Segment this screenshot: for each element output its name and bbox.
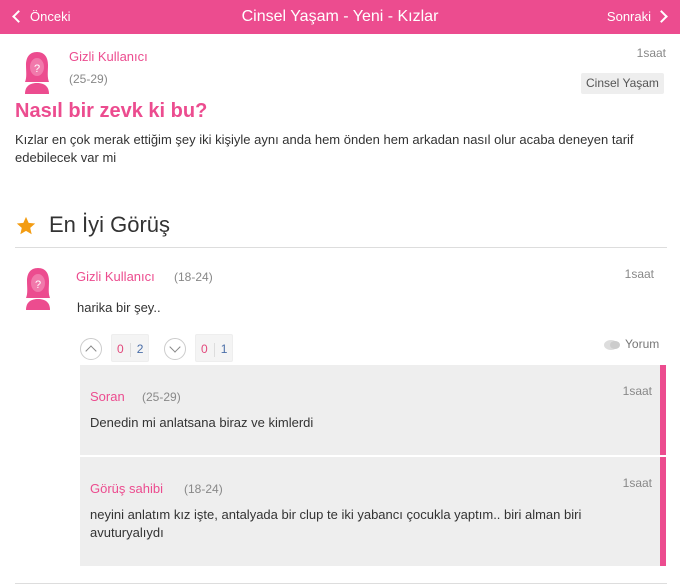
upvote-button[interactable] (80, 338, 102, 360)
downvote-counts: 01 (195, 334, 234, 362)
prev-button[interactable]: Önceki (12, 0, 71, 34)
downvote-pos-count: 1 (220, 342, 228, 356)
question-author[interactable]: Gizli Kullanıcı (69, 49, 148, 64)
category-badge[interactable]: Cinsel Yaşam (581, 73, 664, 94)
top-nav-bar: Önceki Cinsel Yaşam - Yeni - Kızlar Sonr… (0, 0, 680, 34)
reply-author-age: (25-29) (142, 390, 181, 404)
answer-author[interactable]: Gizli Kullanıcı (76, 269, 155, 284)
next-label: Sonraki (606, 9, 651, 24)
answer-time: 1saat (624, 267, 654, 281)
comment-bubble-icon (604, 339, 620, 350)
reply-text: neyini anlatım kız işte, antalyada bir c… (90, 507, 582, 540)
downvote-button[interactable] (164, 338, 186, 360)
reply-author-age: (18-24) (184, 482, 223, 496)
prev-label: Önceki (30, 9, 71, 24)
page-title: Cinsel Yaşam - Yeni - Kızlar (241, 8, 439, 25)
reply-item: Soran (25-29) 1saat Denedin mi anlatsana… (80, 365, 666, 455)
female-avatar-icon[interactable]: ? (22, 50, 52, 94)
answer-author-age: (18-24) (174, 270, 213, 284)
reply-item: Görüş sahibi (18-24) 1saat neyini anlatı… (80, 457, 666, 566)
comment-label: Yorum (625, 337, 660, 351)
reply-time: 1saat (622, 384, 652, 398)
upvote-counts: 02 (111, 334, 150, 362)
svg-text:?: ? (34, 63, 40, 75)
answer-text: harika bir şey.. (77, 300, 161, 315)
best-answer-header: En İyi Görüş (15, 210, 667, 248)
comment-button[interactable]: Yorum (603, 337, 659, 351)
star-icon (16, 216, 36, 235)
next-button[interactable]: Sonraki (606, 0, 668, 34)
question-body: Kızlar en çok merak ettiğim şey iki kişi… (15, 132, 634, 165)
downvote-neg-count: 0 (201, 342, 208, 356)
reply-author[interactable]: Soran (90, 389, 125, 404)
chevron-right-icon (655, 10, 668, 23)
upvote-neg-count: 0 (117, 342, 124, 356)
reply-author[interactable]: Görüş sahibi (90, 481, 163, 496)
question-time: 1saat (636, 46, 666, 60)
chevron-left-icon (12, 10, 25, 23)
female-avatar-icon[interactable]: ? (23, 266, 53, 310)
divider (15, 583, 667, 584)
svg-text:?: ? (35, 279, 41, 291)
question-author-age: (25-29) (69, 72, 108, 86)
reply-text: Denedin mi anlatsana biraz ve kimlerdi (90, 415, 314, 430)
question-title: Nasıl bir zevk ki bu? (15, 100, 208, 122)
reply-time: 1saat (622, 476, 652, 490)
best-answer-label: En İyi Görüş (49, 212, 171, 237)
upvote-pos-count: 2 (136, 342, 144, 356)
